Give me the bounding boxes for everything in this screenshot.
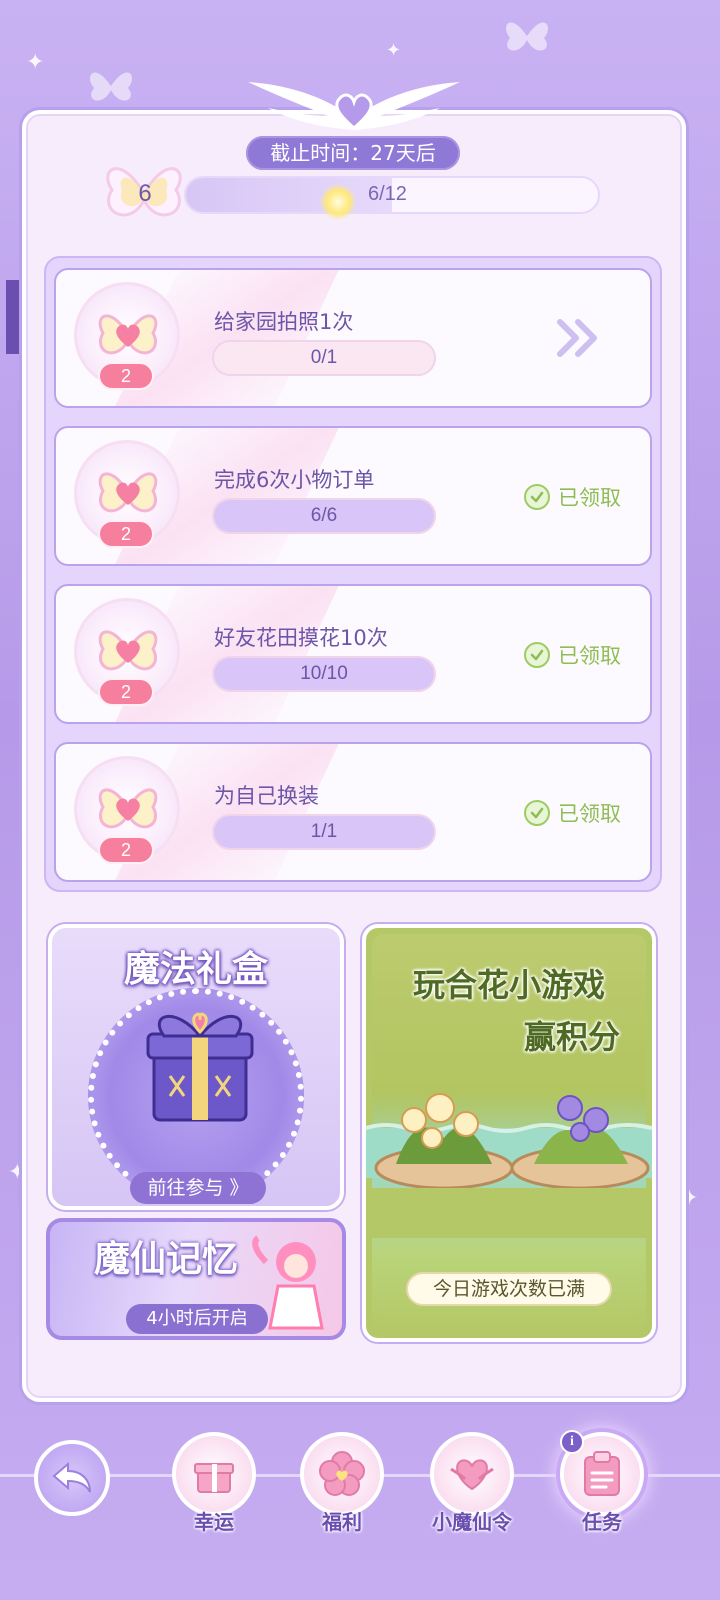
back-button[interactable] xyxy=(34,1440,110,1516)
nav-welfare-label: 福利 xyxy=(322,1510,362,1534)
games-exhausted-button[interactable]: 今日游戏次数已满 xyxy=(406,1272,612,1306)
join-button[interactable]: 前往参与 》 xyxy=(130,1172,266,1204)
nav-welfare[interactable]: 福利 xyxy=(294,1432,390,1535)
reward-count: 2 xyxy=(98,362,154,390)
reward-count: 2 xyxy=(98,678,154,706)
task-progress-bar: 10/10 xyxy=(212,656,436,692)
reward-count: 2 xyxy=(98,520,154,548)
task-item: 2 完成6次小物订单 6/6 已领取 xyxy=(54,426,652,566)
gift-icon xyxy=(194,1463,234,1493)
task-progress-bar: 0/1 xyxy=(212,340,436,376)
task-item[interactable]: 2 给家园拍照1次 0/1 xyxy=(54,268,652,408)
sparkle-icon: ✦ xyxy=(386,40,402,61)
back-arrow-icon xyxy=(52,1461,91,1493)
double-chevron-right-icon[interactable] xyxy=(554,318,602,358)
flower-pots-scene-image xyxy=(366,1093,652,1238)
task-progress-text: 6/6 xyxy=(310,505,338,526)
claimed-label: 已领取 xyxy=(558,802,621,826)
gift-card-title: 魔法礼盒 xyxy=(123,949,268,990)
nav-lucky[interactable]: 幸运 xyxy=(166,1432,262,1535)
task-progress-bar: 1/1 xyxy=(212,814,436,850)
level-number: 6 xyxy=(138,180,152,207)
deadline-label: 截止时间：27天后 xyxy=(246,136,460,170)
reward-count: 2 xyxy=(98,836,154,864)
task-title: 好友花田摸花10次 xyxy=(214,626,388,650)
claimed-status: 已领取 xyxy=(524,640,621,670)
heart-emblem-icon xyxy=(450,1459,494,1491)
nav-lucky-label: 幸运 xyxy=(194,1510,234,1534)
claimed-label: 已领取 xyxy=(558,644,621,668)
sparkle-icon: ✦ xyxy=(26,50,45,75)
task-list: 2 给家园拍照1次 0/1 2 完成6次小物订单 6/6 已领取 2 好友花田摸… xyxy=(44,256,662,892)
glow-orb-icon xyxy=(320,184,356,220)
flower-icon xyxy=(319,1451,365,1496)
task-progress-text: 1/1 xyxy=(310,821,338,842)
check-circle-icon xyxy=(524,484,550,510)
task-title: 为自己换装 xyxy=(214,784,319,808)
opens-in-button[interactable]: 4小时后开启 xyxy=(126,1304,268,1334)
claimed-status: 已领取 xyxy=(524,482,621,512)
fairy-memory-card[interactable]: 魔仙记忆 4小时后开启 xyxy=(46,1218,346,1340)
game-title-line1: 玩合花小游戏 xyxy=(412,966,605,1004)
task-progress-text: 10/10 xyxy=(300,663,348,684)
season-progress-text: 6/12 xyxy=(368,183,407,205)
check-circle-icon xyxy=(524,642,550,668)
check-circle-icon xyxy=(524,800,550,826)
task-progress-bar: 6/6 xyxy=(212,498,436,534)
nav-fairy-token-label: 小魔仙令 xyxy=(432,1510,512,1534)
gift-box-icon xyxy=(146,1012,254,1122)
magic-gift-box-card[interactable]: 魔法礼盒 前往参与 》 xyxy=(48,924,344,1210)
season-progress-fill xyxy=(186,178,392,212)
info-icon[interactable]: i xyxy=(560,1430,584,1454)
flower-mini-game-card[interactable]: 玩合花小游戏 赢积分 今日游戏次数已满 xyxy=(362,924,656,1342)
nav-fairy-token[interactable]: 小魔仙令 xyxy=(424,1432,520,1535)
butterfly-decoration-icon xyxy=(506,22,548,51)
claimed-status: 已领取 xyxy=(524,798,621,828)
task-item: 2 好友花田摸花10次 10/10 已领取 xyxy=(54,584,652,724)
nav-tasks-label: 任务 xyxy=(582,1510,622,1534)
claimed-label: 已领取 xyxy=(558,486,621,510)
task-title: 完成6次小物订单 xyxy=(214,468,375,492)
wing-heart-emblem-icon xyxy=(248,82,460,130)
game-title-line2: 赢积分 xyxy=(523,1018,620,1056)
butterfly-decoration-icon xyxy=(90,72,132,101)
task-progress-text: 0/1 xyxy=(310,347,338,368)
clipboard-icon xyxy=(584,1451,620,1496)
task-item: 2 为自己换装 1/1 已领取 xyxy=(54,742,652,882)
task-title: 给家园拍照1次 xyxy=(214,310,354,334)
memory-card-title: 魔仙记忆 xyxy=(94,1239,239,1280)
